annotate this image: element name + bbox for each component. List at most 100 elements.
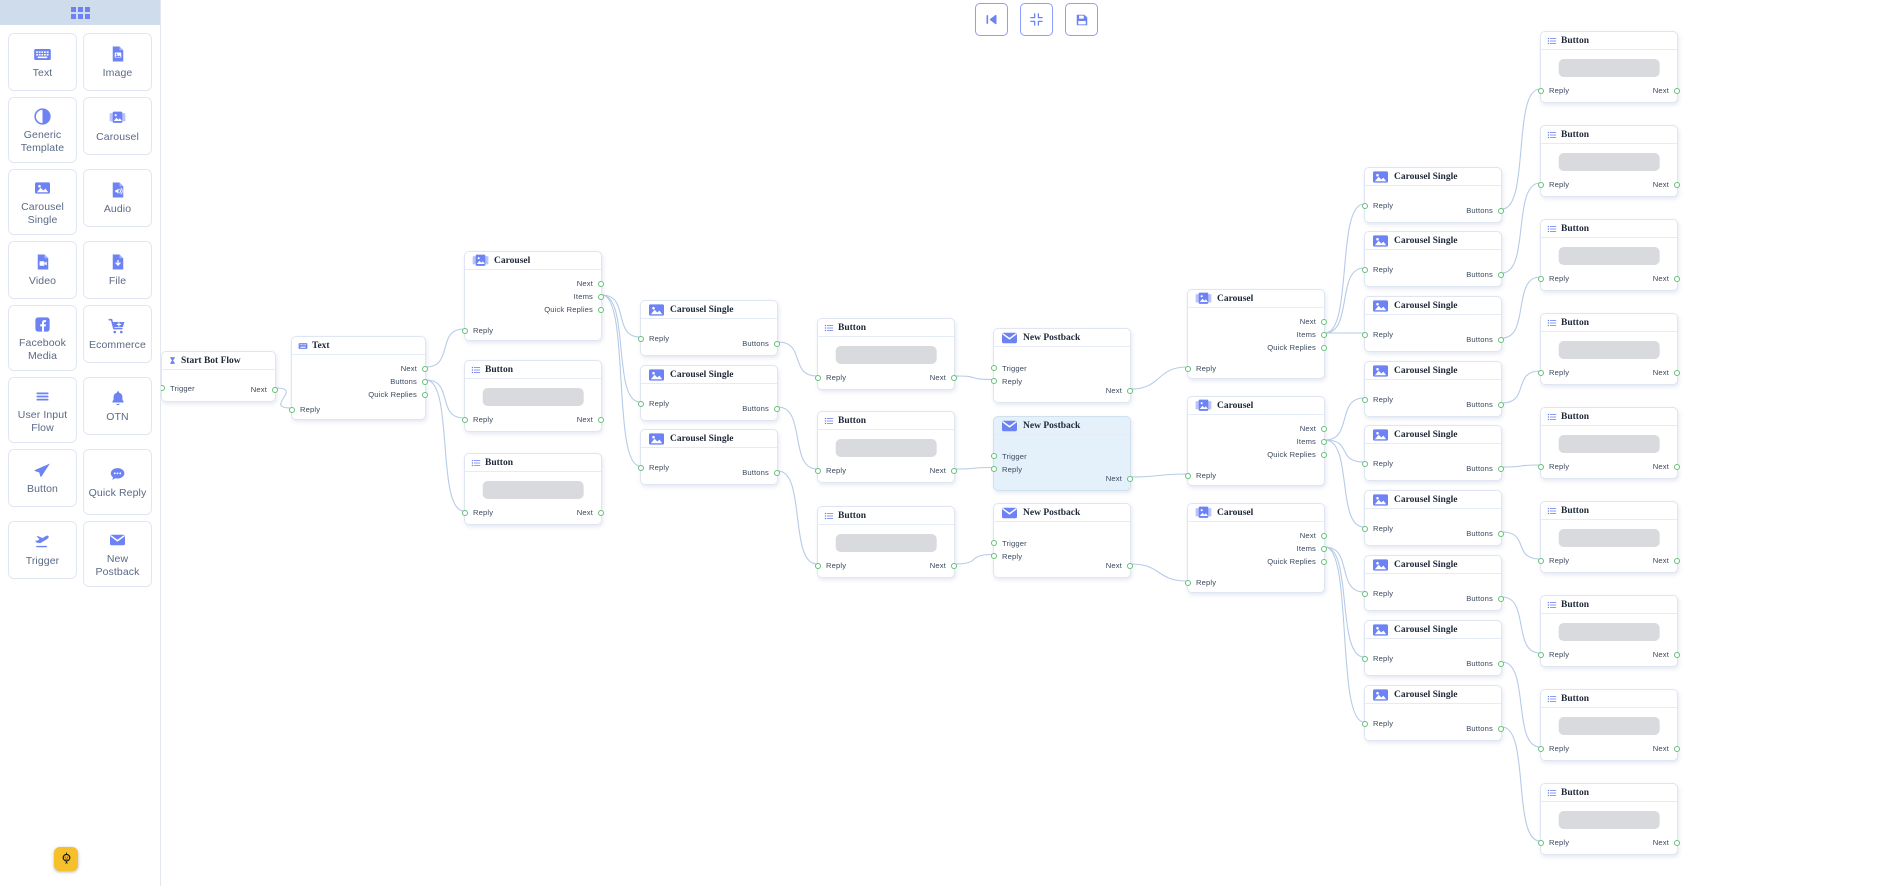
port-dot-icon[interactable]	[1362, 590, 1368, 597]
port-items[interactable]: Items	[1297, 544, 1327, 553]
port-next[interactable]: Next	[251, 385, 278, 394]
port-reply[interactable]: Reply	[1362, 654, 1393, 663]
port-dot-icon[interactable]	[1674, 463, 1680, 470]
port-buttons[interactable]: Buttons	[1466, 594, 1504, 603]
palette-item-video[interactable]: Video	[8, 241, 77, 299]
port-next[interactable]: Next	[930, 466, 957, 475]
port-dot-icon[interactable]	[1185, 579, 1191, 586]
port-dot-icon[interactable]	[1127, 387, 1133, 394]
flow-node-carousel-single[interactable]: Carousel Single Buttons Reply	[1362, 490, 1504, 546]
port-dot-icon[interactable]	[462, 509, 468, 516]
port-dot-icon[interactable]	[1498, 271, 1504, 278]
flow-node-button[interactable]: Button Next Reply	[1538, 595, 1680, 667]
flow-node-carousel-single[interactable]: Carousel Single Buttons Reply	[638, 365, 780, 421]
save-button[interactable]	[1065, 3, 1098, 36]
port-dot-icon[interactable]	[1538, 463, 1544, 470]
palette-item-carousel[interactable]: Carousel	[83, 97, 152, 155]
palette-item-image[interactable]: Image	[83, 33, 152, 91]
port-dot-icon[interactable]	[1185, 472, 1191, 479]
port-next[interactable]: Next	[1106, 561, 1133, 570]
port-next[interactable]: Next	[1653, 274, 1680, 283]
palette-item-trigger[interactable]: Trigger	[8, 521, 77, 579]
port-dot-icon[interactable]	[774, 469, 780, 476]
port-next[interactable]: Next	[1106, 474, 1133, 483]
port-reply[interactable]: Reply	[991, 465, 1022, 474]
port-dot-icon[interactable]	[1498, 465, 1504, 472]
port-dot-icon[interactable]	[1538, 181, 1544, 188]
flow-node-button[interactable]: Button Next Reply	[1538, 125, 1680, 197]
palette-item-new-postback[interactable]: New Postback	[83, 521, 152, 587]
palette-item-file[interactable]: File	[83, 241, 152, 299]
port-quick-replies[interactable]: Quick Replies	[1267, 343, 1327, 352]
port-buttons[interactable]: Buttons	[742, 339, 780, 348]
port-reply[interactable]: Reply	[815, 466, 846, 475]
flow-node-new-postback[interactable]: New Postback Next Trigger Reply	[991, 503, 1133, 578]
port-dot-icon[interactable]	[598, 293, 604, 300]
port-next[interactable]: Next	[1653, 180, 1680, 189]
port-dot-icon[interactable]	[1498, 660, 1504, 667]
port-dot-icon[interactable]	[1538, 275, 1544, 282]
port-dot-icon[interactable]	[1674, 369, 1680, 376]
port-reply[interactable]: Reply	[1185, 364, 1216, 373]
port-dot-icon[interactable]	[951, 467, 957, 474]
port-next[interactable]: Next	[577, 415, 604, 424]
port-dot-icon[interactable]	[1127, 475, 1133, 482]
port-buttons[interactable]: Buttons	[1466, 724, 1504, 733]
port-next[interactable]: Next	[1300, 424, 1327, 433]
port-next[interactable]: Next	[1653, 86, 1680, 95]
port-next[interactable]: Next	[1653, 650, 1680, 659]
port-dot-icon[interactable]	[1498, 336, 1504, 343]
port-trigger[interactable]: Trigger	[991, 452, 1027, 461]
flow-node-carousel-single[interactable]: Carousel Single Buttons Reply	[1362, 296, 1504, 352]
palette-item-quick-reply[interactable]: Quick Reply	[83, 449, 152, 515]
port-reply[interactable]: Reply	[289, 405, 320, 414]
flow-node-carousel[interactable]: Carousel Next Items Quick Replies Reply	[1185, 289, 1327, 379]
port-buttons[interactable]: Buttons	[1466, 529, 1504, 538]
port-reply[interactable]: Reply	[638, 334, 669, 343]
port-trigger[interactable]: Trigger	[161, 384, 195, 393]
palette-item-text[interactable]: Text	[8, 33, 77, 91]
port-dot-icon[interactable]	[815, 467, 821, 474]
port-dot-icon[interactable]	[1538, 369, 1544, 376]
port-dot-icon[interactable]	[598, 509, 604, 516]
port-reply[interactable]: Reply	[815, 561, 846, 570]
port-dot-icon[interactable]	[462, 416, 468, 423]
flow-node-button[interactable]: Button Next Reply	[1538, 783, 1680, 855]
port-dot-icon[interactable]	[1362, 331, 1368, 338]
port-dot-icon[interactable]	[289, 406, 295, 413]
port-dot-icon[interactable]	[1674, 745, 1680, 752]
flow-node-carousel-single[interactable]: Carousel Single Buttons Reply	[1362, 555, 1504, 611]
port-dot-icon[interactable]	[815, 374, 821, 381]
port-dot-icon[interactable]	[1498, 595, 1504, 602]
port-dot-icon[interactable]	[1538, 651, 1544, 658]
port-dot-icon[interactable]	[1321, 451, 1327, 458]
port-dot-icon[interactable]	[1362, 202, 1368, 209]
port-dot-icon[interactable]	[1498, 207, 1504, 214]
port-dot-icon[interactable]	[422, 378, 428, 385]
go-to-start-button[interactable]	[975, 3, 1008, 36]
port-buttons[interactable]: Buttons	[1466, 335, 1504, 344]
port-dot-icon[interactable]	[1538, 745, 1544, 752]
flow-node-carousel-single[interactable]: Carousel Single Buttons Reply	[1362, 167, 1504, 223]
port-quick-replies[interactable]: Quick Replies	[368, 390, 428, 399]
port-dot-icon[interactable]	[1538, 87, 1544, 94]
port-reply[interactable]: Reply	[1185, 578, 1216, 587]
flow-node-button[interactable]: Button Next Reply	[1538, 31, 1680, 103]
flow-node-button[interactable]: Button Next Reply	[462, 360, 604, 432]
port-dot-icon[interactable]	[1674, 87, 1680, 94]
flow-node-button[interactable]: Button Next Reply	[815, 318, 957, 390]
flow-node-carousel[interactable]: Carousel Next Items Quick Replies Reply	[1185, 396, 1327, 486]
fit-to-screen-button[interactable]	[1020, 3, 1053, 36]
flow-node-new-postback[interactable]: New Postback Next Trigger Reply	[991, 416, 1133, 491]
port-reply[interactable]: Reply	[1538, 462, 1569, 471]
port-dot-icon[interactable]	[422, 365, 428, 372]
port-buttons[interactable]: Buttons	[1466, 270, 1504, 279]
port-next[interactable]: Next	[577, 508, 604, 517]
port-dot-icon[interactable]	[1321, 318, 1327, 325]
port-dot-icon[interactable]	[598, 416, 604, 423]
port-dot-icon[interactable]	[1321, 438, 1327, 445]
flow-node-carousel-single[interactable]: Carousel Single Buttons Reply	[1362, 231, 1504, 287]
port-next[interactable]: Next	[1106, 386, 1133, 395]
flow-node-button[interactable]: Button Next Reply	[1538, 407, 1680, 479]
port-next[interactable]: Next	[577, 279, 604, 288]
